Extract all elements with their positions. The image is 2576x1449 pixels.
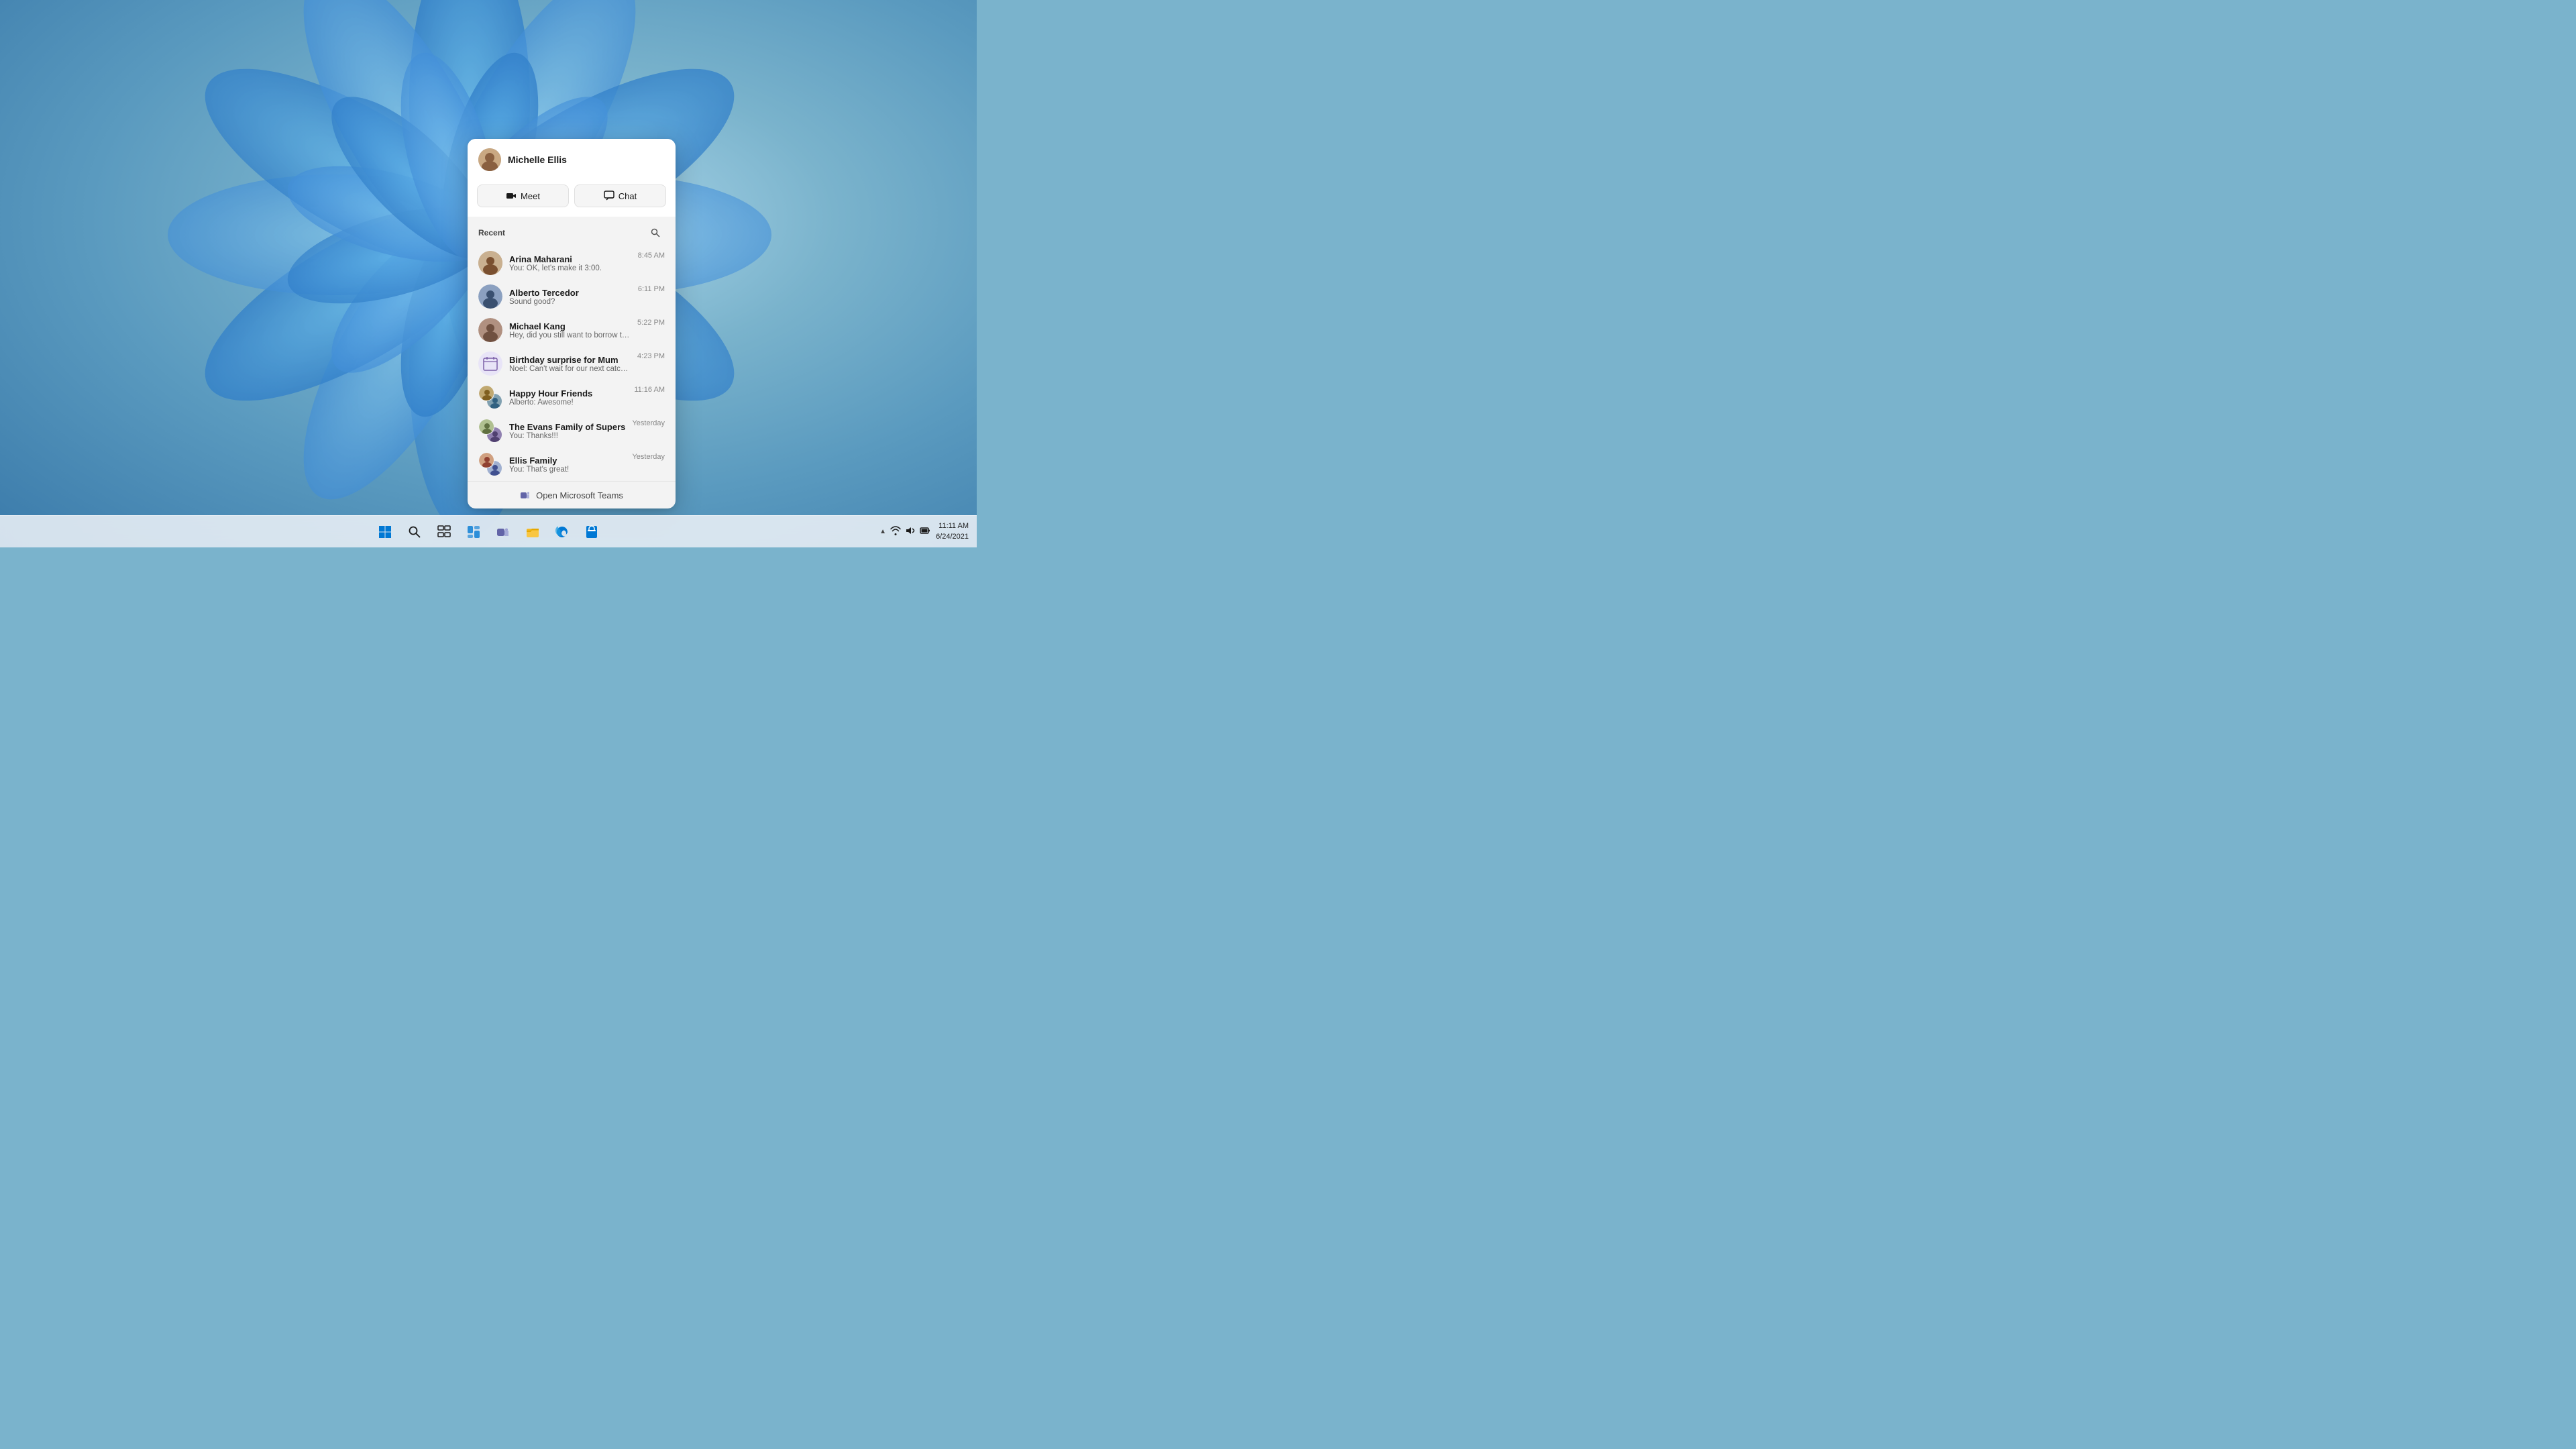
- chat-preview-evans: You: Thanks!!!: [509, 432, 625, 440]
- system-clock[interactable]: 11:11 AM 6/24/2021: [936, 521, 969, 542]
- panel-action-buttons: Meet Chat: [468, 178, 676, 217]
- windows-logo-icon: [378, 525, 392, 539]
- avatar-happyhour: [478, 385, 502, 409]
- widgets-button[interactable]: [460, 519, 487, 545]
- chat-item-happyhour[interactable]: Happy Hour Friends Alberto: Awesome! 11:…: [473, 380, 670, 414]
- teams-panel: Michelle Ellis Meet Chat Recent: [468, 139, 676, 508]
- clock-date: 6/24/2021: [936, 532, 969, 542]
- calendar-icon: [483, 356, 498, 371]
- battery-icon: [920, 525, 930, 538]
- chat-info-alberto: Alberto Tercedor Sound good?: [509, 288, 631, 306]
- chat-time-birthday: 4:23 PM: [637, 352, 665, 360]
- avatar-michael: [478, 318, 502, 342]
- search-icon: [651, 228, 660, 237]
- search-icon-button[interactable]: [646, 223, 665, 242]
- desktop: Michelle Ellis Meet Chat Recent: [0, 0, 977, 547]
- teams-icon: [520, 490, 531, 500]
- chat-name-happyhour: Happy Hour Friends: [509, 388, 627, 398]
- chat-button[interactable]: Chat: [574, 184, 666, 207]
- recent-header: Recent: [468, 217, 676, 246]
- open-teams-button[interactable]: Open Microsoft Teams: [468, 481, 676, 508]
- recent-label: Recent: [478, 228, 505, 237]
- chat-time-evans: Yesterday: [632, 419, 665, 427]
- chat-preview-arina: You: OK, let's make it 3:00.: [509, 264, 631, 272]
- taskbar-center: [372, 519, 605, 545]
- chat-info-ellis: Ellis Family You: That's great!: [509, 455, 625, 474]
- chat-preview-alberto: Sound good?: [509, 298, 631, 306]
- panel-header: Michelle Ellis: [468, 139, 676, 178]
- widgets-icon: [467, 525, 480, 539]
- chat-preview-ellis: You: That's great!: [509, 466, 625, 474]
- chat-name-evans: The Evans Family of Supers: [509, 422, 625, 432]
- chat-preview-birthday: Noel: Can't wait for our next catch up!: [509, 365, 631, 373]
- chat-preview-happyhour: Alberto: Awesome!: [509, 398, 627, 407]
- avatar-arina: [478, 251, 502, 275]
- edge-button[interactable]: [549, 519, 576, 545]
- chat-info-birthday: Birthday surprise for Mum Noel: Can't wa…: [509, 355, 631, 373]
- chat-icon: [604, 191, 614, 201]
- chat-info-happyhour: Happy Hour Friends Alberto: Awesome!: [509, 388, 627, 407]
- meet-button[interactable]: Meet: [477, 184, 569, 207]
- system-tray-icons: ▲: [879, 525, 930, 538]
- chat-name-michael: Michael Kang: [509, 321, 631, 331]
- chat-item-michael[interactable]: Michael Kang Hey, did you still want to …: [473, 313, 670, 347]
- file-explorer-icon: [526, 525, 539, 539]
- file-explorer-button[interactable]: [519, 519, 546, 545]
- chevron-up-icon[interactable]: ▲: [879, 528, 886, 535]
- taskbar: ▲: [0, 515, 977, 547]
- start-button[interactable]: [372, 519, 398, 545]
- chat-list: Arina Maharani You: OK, let's make it 3:…: [468, 246, 676, 481]
- video-icon: [506, 191, 517, 201]
- chat-time-michael: 5:22 PM: [637, 319, 665, 327]
- task-view-icon: [437, 525, 451, 539]
- chat-time-arina: 8:45 AM: [638, 252, 665, 260]
- volume-icon: [905, 525, 916, 538]
- chat-info-michael: Michael Kang Hey, did you still want to …: [509, 321, 631, 339]
- chat-time-happyhour: 11:16 AM: [634, 386, 665, 394]
- search-taskbar-button[interactable]: [401, 519, 428, 545]
- chat-info-arina: Arina Maharani You: OK, let's make it 3:…: [509, 254, 631, 272]
- taskbar-right: ▲: [879, 521, 977, 542]
- wifi-icon: [890, 525, 901, 538]
- chat-item-birthday[interactable]: Birthday surprise for Mum Noel: Can't wa…: [473, 347, 670, 380]
- chat-item-ellis[interactable]: Ellis Family You: That's great! Yesterda…: [473, 447, 670, 481]
- chat-item-alberto[interactable]: Alberto Tercedor Sound good? 6:11 PM: [473, 280, 670, 313]
- chat-name-arina: Arina Maharani: [509, 254, 631, 264]
- chat-item-arina[interactable]: Arina Maharani You: OK, let's make it 3:…: [473, 246, 670, 280]
- avatar-ellis: [478, 452, 502, 476]
- chat-preview-michael: Hey, did you still want to borrow the no…: [509, 331, 631, 339]
- store-button[interactable]: [578, 519, 605, 545]
- edge-icon: [555, 525, 569, 539]
- teams-taskbar-button[interactable]: [490, 519, 517, 545]
- chat-time-ellis: Yesterday: [632, 453, 665, 461]
- chat-time-alberto: 6:11 PM: [638, 285, 665, 293]
- avatar-birthday: [478, 352, 502, 376]
- avatar-alberto: [478, 284, 502, 309]
- chat-name-birthday: Birthday surprise for Mum: [509, 355, 631, 365]
- task-view-button[interactable]: [431, 519, 458, 545]
- user-avatar: [478, 148, 501, 171]
- chat-item-evans[interactable]: The Evans Family of Supers You: Thanks!!…: [473, 414, 670, 447]
- store-icon: [585, 525, 598, 539]
- teams-taskbar-icon: [496, 525, 510, 539]
- open-teams-label: Open Microsoft Teams: [536, 490, 623, 500]
- chat-name-ellis: Ellis Family: [509, 455, 625, 466]
- chat-name-alberto: Alberto Tercedor: [509, 288, 631, 298]
- clock-time: 11:11 AM: [936, 521, 969, 531]
- avatar-evans: [478, 419, 502, 443]
- search-taskbar-icon: [409, 526, 421, 538]
- chat-info-evans: The Evans Family of Supers You: Thanks!!…: [509, 422, 625, 440]
- user-name: Michelle Ellis: [508, 154, 567, 165]
